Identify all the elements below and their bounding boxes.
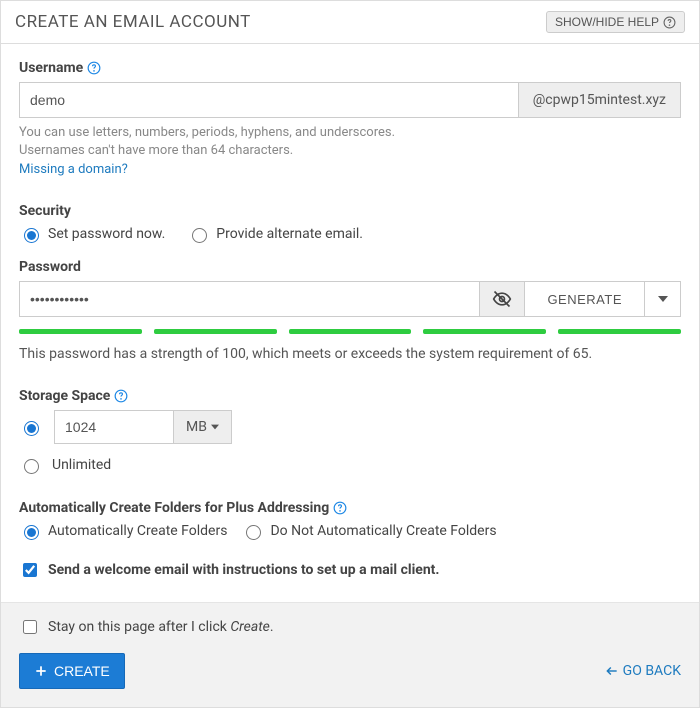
username-label-row: Username	[19, 60, 681, 76]
alternate-email-label: Provide alternate email.	[216, 226, 363, 242]
stay-label-pre: Stay on this page after I click	[48, 619, 230, 635]
strength-segment	[19, 329, 142, 334]
go-back-link[interactable]: GO BACK	[605, 663, 681, 679]
welcome-email-checkbox[interactable]	[23, 563, 37, 577]
caret-down-icon	[658, 294, 668, 304]
strength-segment	[154, 329, 277, 334]
username-label: Username	[19, 60, 83, 76]
domain-addon: @cpwp15mintest.xyz	[519, 82, 681, 118]
panel-footer: Stay on this page after I click Create. …	[1, 602, 699, 707]
storage-unlimited-label: Unlimited	[52, 457, 111, 473]
no-auto-folders-option[interactable]: Do Not Automatically Create Folders	[241, 522, 496, 540]
folders-label-row: Automatically Create Folders for Plus Ad…	[19, 500, 681, 516]
stay-on-page-checkbox[interactable]	[23, 620, 37, 634]
eye-off-icon	[492, 289, 512, 309]
password-input[interactable]	[19, 281, 479, 317]
panel-body: Username @cpwp15mintest.xyz You can use …	[1, 44, 699, 602]
arrow-left-icon	[605, 664, 619, 678]
set-password-now-option[interactable]: Set password now.	[19, 225, 165, 243]
stay-on-page-label: Stay on this page after I click Create.	[48, 619, 274, 635]
set-password-now-label: Set password now.	[48, 226, 165, 242]
password-row: GENERATE	[19, 281, 681, 317]
alternate-email-radio[interactable]	[192, 228, 207, 243]
storage-unit-label: MB	[186, 419, 207, 435]
auto-folders-radio[interactable]	[24, 525, 39, 540]
storage-value-input[interactable]	[54, 410, 174, 444]
password-strength-bar	[19, 329, 681, 334]
panel-header: CREATE AN EMAIL ACCOUNT SHOW/HIDE HELP	[1, 1, 699, 44]
strength-segment	[423, 329, 546, 334]
storage-value-group: MB	[54, 410, 232, 444]
username-input[interactable]	[19, 82, 519, 118]
password-strength-text: This password has a strength of 100, whi…	[19, 346, 681, 362]
username-section: Username @cpwp15mintest.xyz You can use …	[19, 60, 681, 177]
show-hide-help-button[interactable]: SHOW/HIDE HELP	[546, 11, 685, 33]
password-label: Password	[19, 259, 681, 275]
storage-unlimited-row[interactable]: Unlimited	[19, 456, 681, 474]
stay-on-page-row[interactable]: Stay on this page after I click Create.	[19, 617, 681, 637]
question-circle-icon[interactable]	[87, 61, 101, 75]
storage-custom-radio[interactable]	[24, 421, 39, 436]
storage-unlimited-radio[interactable]	[24, 459, 39, 474]
folders-radios: Automatically Create Folders Do Not Auto…	[19, 522, 681, 540]
create-button-label: CREATE	[54, 663, 110, 679]
generate-password-button[interactable]: GENERATE	[525, 281, 645, 317]
help-button-label: SHOW/HIDE HELP	[555, 15, 659, 29]
create-button[interactable]: CREATE	[19, 653, 125, 689]
auto-folders-label: Automatically Create Folders	[48, 523, 227, 539]
folders-label: Automatically Create Folders for Plus Ad…	[19, 500, 329, 516]
security-section: Security Set password now. Provide alter…	[19, 203, 681, 243]
folders-section: Automatically Create Folders for Plus Ad…	[19, 500, 681, 540]
go-back-label: GO BACK	[623, 663, 681, 679]
set-password-now-radio[interactable]	[24, 228, 39, 243]
create-email-panel: CREATE AN EMAIL ACCOUNT SHOW/HIDE HELP U…	[0, 0, 700, 708]
auto-folders-option[interactable]: Automatically Create Folders	[19, 522, 227, 540]
username-hint2: Usernames can't have more than 64 charac…	[19, 142, 681, 160]
alternate-email-option[interactable]: Provide alternate email.	[187, 225, 363, 243]
storage-label-row: Storage Space	[19, 388, 681, 404]
username-input-group: @cpwp15mintest.xyz	[19, 82, 681, 118]
question-circle-icon[interactable]	[114, 389, 128, 403]
storage-unit-button[interactable]: MB	[174, 410, 232, 444]
username-hint1: You can use letters, numbers, periods, h…	[19, 124, 681, 142]
question-circle-icon	[663, 16, 676, 29]
no-auto-folders-label: Do Not Automatically Create Folders	[270, 523, 496, 539]
strength-segment	[558, 329, 681, 334]
welcome-email-label: Send a welcome email with instructions t…	[48, 562, 439, 578]
stay-label-em: Create	[230, 619, 270, 635]
storage-label: Storage Space	[19, 388, 110, 404]
storage-section: Storage Space MB	[19, 388, 681, 474]
page-title: CREATE AN EMAIL ACCOUNT	[15, 12, 251, 32]
toggle-password-visibility-button[interactable]	[479, 281, 525, 317]
missing-domain-link[interactable]: Missing a domain?	[19, 162, 681, 177]
security-label: Security	[19, 203, 681, 219]
question-circle-icon[interactable]	[333, 501, 347, 515]
storage-custom-row: MB	[19, 410, 681, 444]
welcome-email-row[interactable]: Send a welcome email with instructions t…	[19, 560, 681, 580]
no-auto-folders-radio[interactable]	[246, 525, 261, 540]
plus-icon	[34, 664, 48, 678]
footer-actions: CREATE GO BACK	[19, 653, 681, 689]
stay-label-post: .	[270, 619, 274, 635]
generate-options-button[interactable]	[645, 281, 681, 317]
caret-down-icon	[211, 423, 219, 431]
password-section: Password GENERATE	[19, 259, 681, 362]
security-radios: Set password now. Provide alternate emai…	[19, 225, 681, 243]
strength-segment	[289, 329, 412, 334]
